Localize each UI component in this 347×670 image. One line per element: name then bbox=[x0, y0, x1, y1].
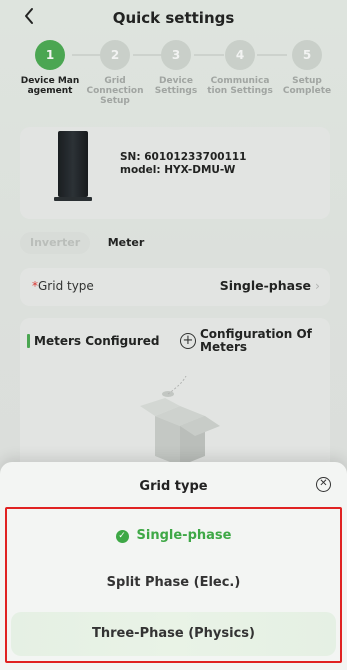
grid-type-options: ✓ Single-phase Split Phase (Elec.) Three-… bbox=[5, 507, 342, 663]
option-single-phase[interactable]: ✓ Single-phase bbox=[11, 514, 336, 558]
sheet-title: Grid type bbox=[139, 479, 208, 494]
grid-type-sheet: Grid type ✕ ✓ Single-phase Split Phase (E… bbox=[0, 462, 347, 670]
option-label: Three-Phase (Physics) bbox=[92, 626, 255, 641]
close-icon[interactable]: ✕ bbox=[316, 477, 331, 492]
option-split-phase[interactable]: Split Phase (Elec.) bbox=[11, 561, 336, 605]
option-label: Split Phase (Elec.) bbox=[106, 575, 241, 590]
option-three-phase[interactable]: Three-Phase (Physics) bbox=[11, 612, 336, 656]
option-label: Single-phase bbox=[136, 528, 232, 543]
check-circle-icon: ✓ bbox=[115, 530, 129, 543]
quick-settings-screen: Quick settings 1 Device Man agement 2 Gr… bbox=[0, 0, 347, 670]
